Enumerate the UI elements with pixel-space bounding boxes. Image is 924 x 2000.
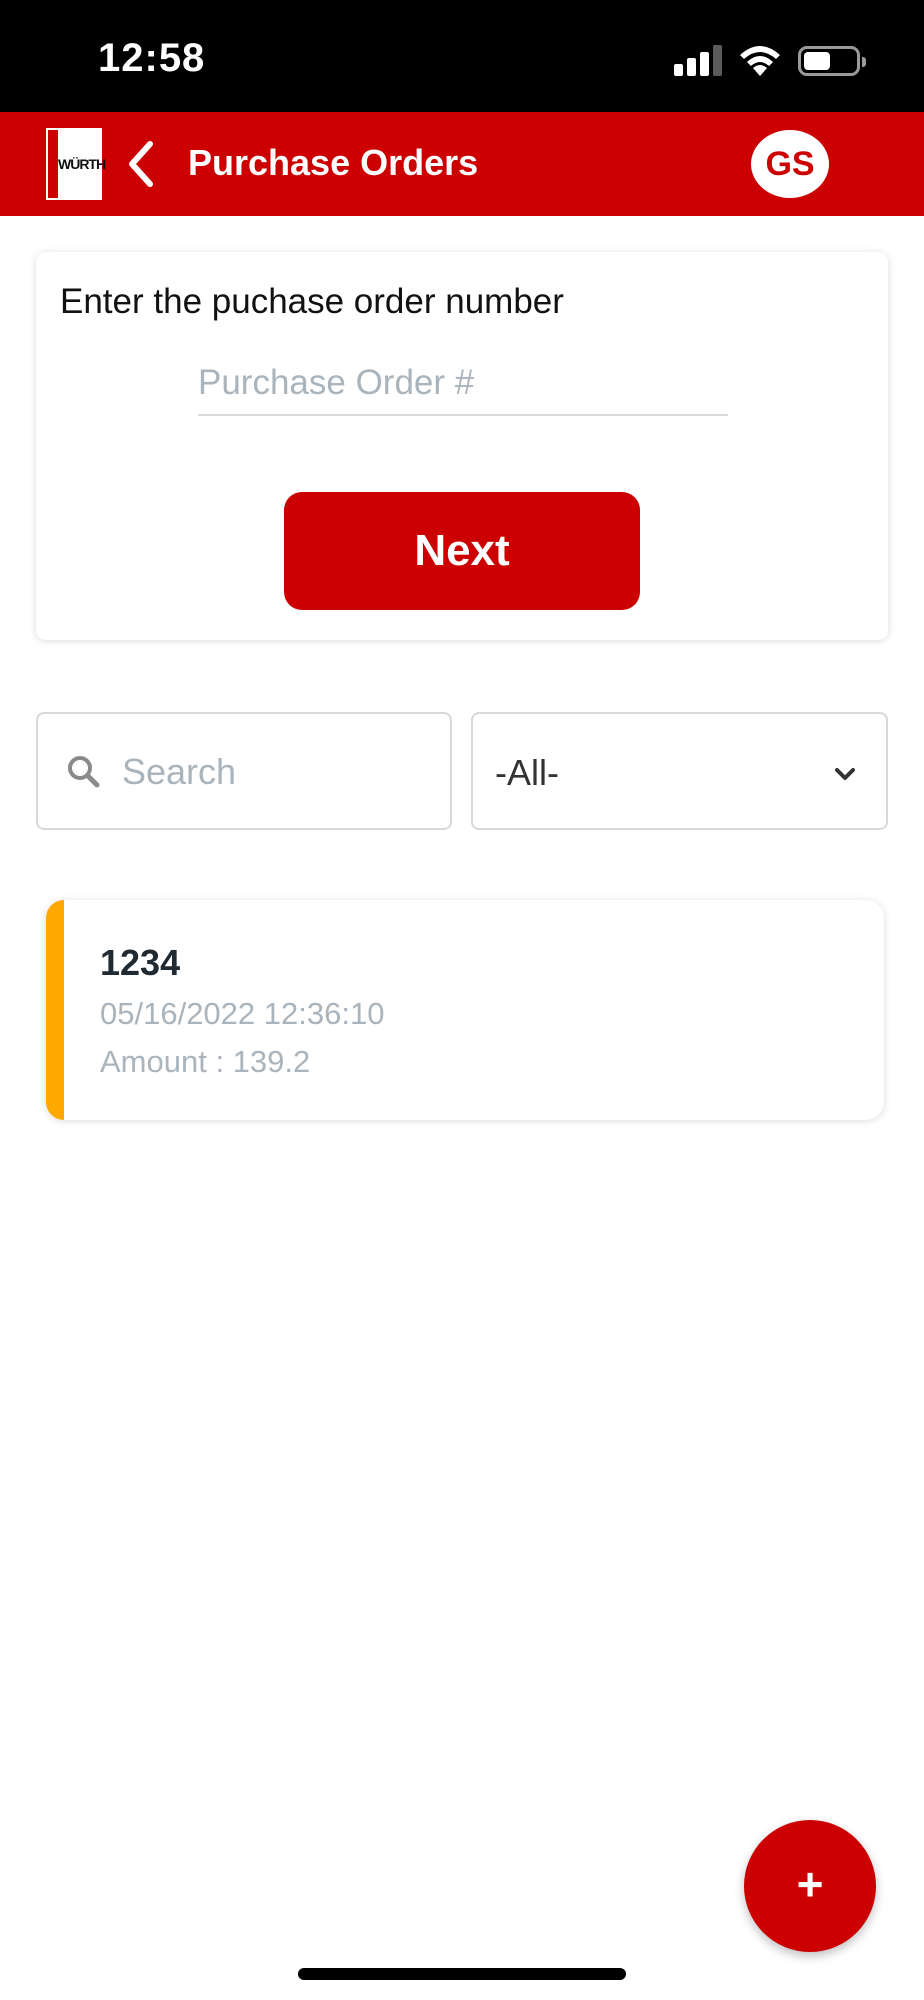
cellular-signal-icon: [674, 44, 722, 76]
brand-logo-text: WÜRTH: [58, 156, 106, 172]
add-order-button[interactable]: +: [744, 1820, 876, 1952]
home-indicator: [298, 1968, 626, 1980]
status-time: 12:58: [98, 36, 206, 80]
search-field[interactable]: [36, 712, 452, 830]
page-title: Purchase Orders: [188, 142, 479, 183]
brand-logo: WÜRTH: [46, 128, 106, 200]
app-header: WÜRTH Purchase Orders GS: [0, 112, 924, 216]
order-amount: Amount : 139.2: [100, 1044, 311, 1079]
plus-icon: +: [796, 1858, 824, 1910]
wifi-icon: [740, 46, 780, 76]
battery-icon: [798, 46, 866, 76]
chevron-down-icon: [835, 768, 855, 780]
order-datetime: 05/16/2022 12:36:10: [100, 996, 385, 1031]
back-button[interactable]: [118, 138, 166, 190]
search-input[interactable]: [122, 742, 422, 802]
po-entry-prompt: Enter the puchase order number: [60, 282, 564, 321]
avatar[interactable]: GS: [751, 130, 829, 198]
order-number: 1234: [100, 942, 181, 983]
search-icon: [68, 756, 100, 788]
chevron-left-icon: [129, 141, 153, 187]
order-status-accent: [46, 900, 64, 1120]
next-button[interactable]: Next: [284, 492, 640, 610]
order-list-item[interactable]: 1234 05/16/2022 12:36:10 Amount : 139.2: [46, 900, 884, 1120]
purchase-order-input[interactable]: [198, 352, 728, 416]
status-filter-dropdown[interactable]: -All-: [471, 712, 888, 830]
status-filter-value: -All-: [495, 752, 559, 793]
status-bar: 12:58: [0, 0, 924, 112]
po-entry-card: Enter the puchase order number Next: [36, 252, 888, 640]
